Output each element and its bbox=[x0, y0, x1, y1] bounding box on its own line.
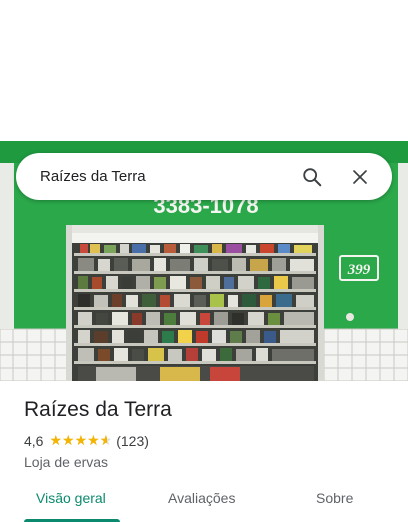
tab-reviews[interactable]: Avaliações bbox=[168, 490, 235, 506]
place-tabs: Visão geral Avaliações Sobre bbox=[0, 490, 408, 522]
place-name: Raízes da Terra bbox=[24, 398, 172, 421]
close-icon[interactable] bbox=[340, 157, 380, 197]
search-box[interactable]: Raízes da Terra bbox=[16, 153, 392, 200]
tab-overview[interactable]: Visão geral bbox=[36, 490, 106, 506]
review-count[interactable]: (123) bbox=[116, 433, 149, 449]
place-category[interactable]: Loja de ervas bbox=[24, 454, 108, 470]
rating-row[interactable]: 4,6 ★★★★★ ★★★★★ (123) bbox=[24, 432, 149, 449]
search-input[interactable]: Raízes da Terra bbox=[40, 168, 292, 185]
tab-about[interactable]: Sobre bbox=[316, 490, 353, 506]
rating-value: 4,6 bbox=[24, 432, 44, 449]
star-rating-icon: ★★★★★ ★★★★★ bbox=[49, 432, 113, 448]
search-icon[interactable] bbox=[292, 157, 332, 197]
storefront-number-sign: 399 bbox=[347, 262, 371, 278]
